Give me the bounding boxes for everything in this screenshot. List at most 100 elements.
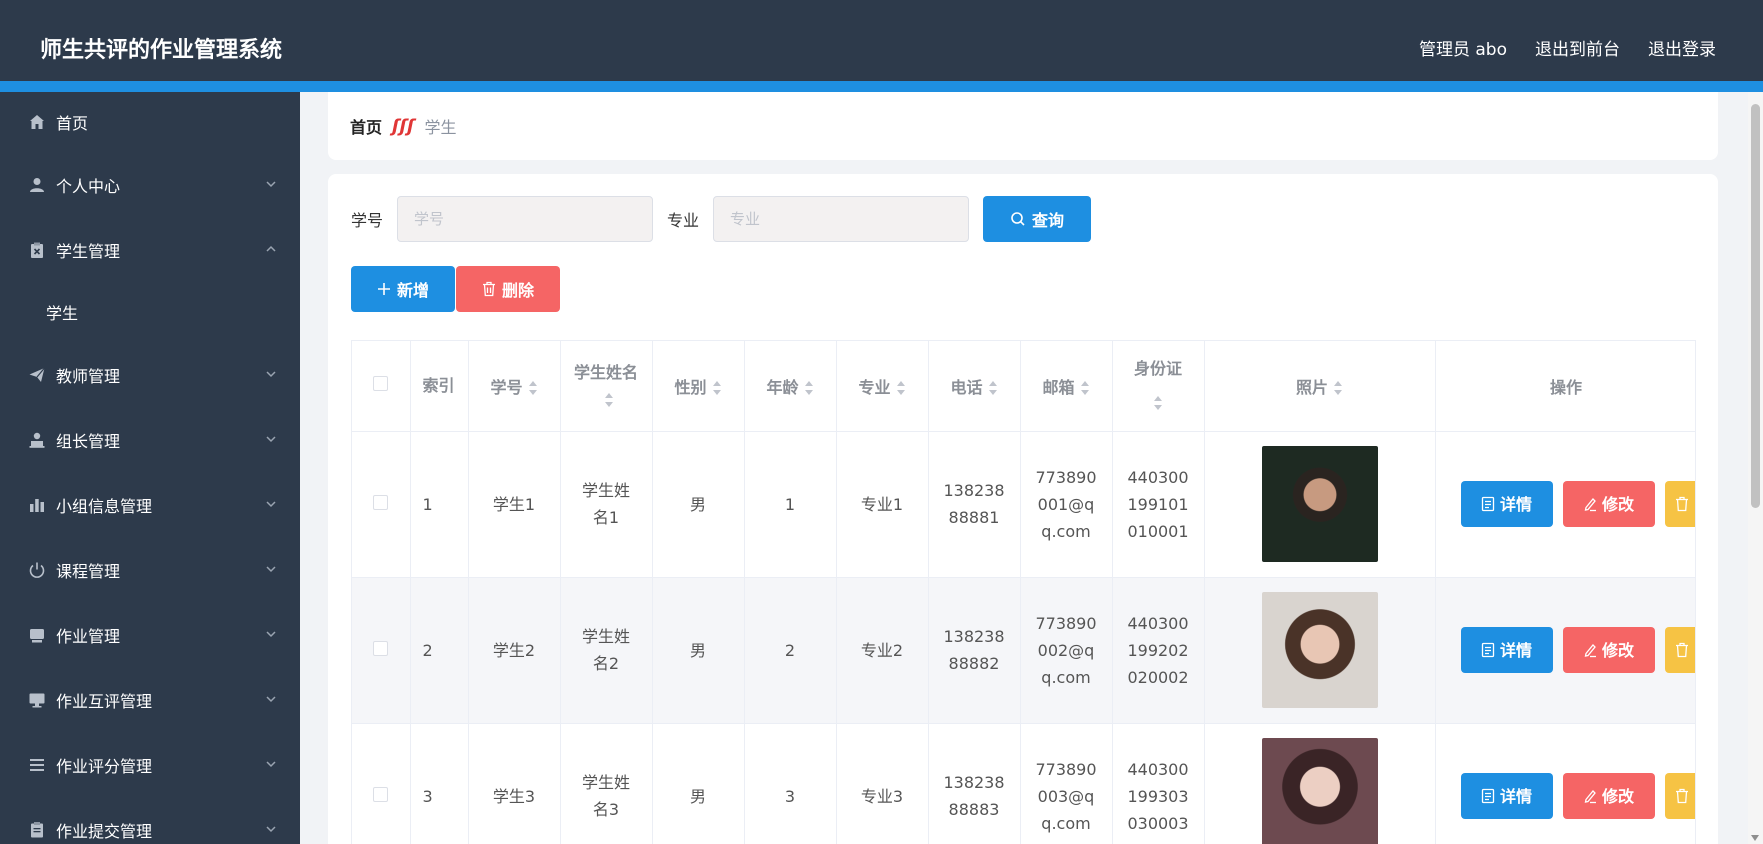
- cell-major: 专业2: [836, 577, 929, 724]
- sort-icon: [988, 381, 998, 396]
- header-actions: 管理员 abo 退出到前台 退出登录: [1419, 35, 1716, 60]
- sidebar-item-group-info-management[interactable]: 小组信息管理: [0, 472, 300, 537]
- add-button[interactable]: 新增: [351, 266, 455, 312]
- sidebar-item-homework-management[interactable]: 作业管理: [0, 602, 300, 667]
- power-icon: [28, 561, 46, 579]
- add-button-label: 新增: [396, 281, 429, 300]
- edit-button[interactable]: 修改: [1562, 627, 1655, 673]
- cell-gender: 男: [652, 577, 745, 724]
- row-checkbox[interactable]: [373, 494, 389, 510]
- zhuanye-input[interactable]: [713, 196, 970, 242]
- sidebar-item-label: 作业评分管理: [56, 756, 153, 776]
- cell-index: 3: [410, 723, 469, 844]
- col-header-gender[interactable]: 性别: [652, 341, 745, 432]
- delete-button-label: 删除: [501, 281, 534, 300]
- select-all-checkbox[interactable]: [373, 376, 389, 392]
- row-checkbox[interactable]: [373, 640, 389, 656]
- sidebar-item-scoring-management[interactable]: 作业评分管理: [0, 732, 300, 797]
- delete-row-button[interactable]: [1664, 481, 1695, 527]
- table-row: 2 学生2 学生姓名2 男 2 专业2 13823888882 77389000…: [352, 577, 1695, 724]
- col-header-name[interactable]: 学生姓名: [560, 341, 653, 432]
- col-header-age[interactable]: 年龄: [744, 341, 837, 432]
- edit-icon: [1583, 496, 1597, 512]
- trash-icon: [482, 281, 496, 297]
- student-photo: [1261, 446, 1378, 562]
- select-all-header: [352, 341, 411, 432]
- action-bar: 新增 删除: [351, 266, 560, 312]
- edit-icon: [1583, 642, 1597, 658]
- plus-icon: [377, 282, 391, 296]
- row-actions: 详情 修改: [1436, 773, 1695, 819]
- sidebar-item-student-management[interactable]: 学生管理: [0, 217, 300, 282]
- sidebar-item-label: 首页: [56, 114, 89, 133]
- cell-index: 1: [410, 431, 469, 578]
- cell-xuehao: 学生1: [468, 431, 561, 578]
- query-button-label: 查询: [1032, 211, 1065, 230]
- col-header-xuehao[interactable]: 学号: [468, 341, 561, 432]
- col-header-email[interactable]: 邮箱: [1020, 341, 1113, 432]
- sort-icon: [896, 381, 906, 396]
- sort-icon: [1334, 381, 1343, 396]
- cell-name: 学生姓名3: [560, 723, 653, 844]
- sidebar-item-leader-management[interactable]: 组长管理: [0, 407, 300, 472]
- cell-index: 2: [410, 577, 469, 724]
- breadcrumb-separator-icon: ʃʃʃ: [392, 115, 415, 137]
- sidebar-item-peer-review-management[interactable]: 作业互评管理: [0, 667, 300, 732]
- list-icon: [28, 756, 46, 774]
- sidebar-item-label: 作业提交管理: [56, 821, 153, 841]
- edit-icon: [1583, 788, 1597, 804]
- scroll-down-arrow-icon[interactable]: [1751, 835, 1759, 841]
- sidebar-item-label: 课程管理: [56, 561, 121, 581]
- col-header-phone[interactable]: 电话: [928, 341, 1021, 432]
- xuehao-label: 学号: [351, 211, 384, 230]
- sidebar-item-personal-center[interactable]: 个人中心: [0, 152, 300, 217]
- detail-button[interactable]: 详情: [1460, 773, 1553, 819]
- row-checkbox[interactable]: [373, 786, 389, 802]
- edit-button[interactable]: 修改: [1562, 773, 1655, 819]
- cell-age: 1: [744, 431, 837, 578]
- table-row: 1 学生1 学生姓名1 男 1 专业1 13823888881 77389000…: [352, 431, 1695, 578]
- col-header-ops: 操作: [1435, 341, 1695, 432]
- page-scrollbar[interactable]: [1748, 92, 1763, 844]
- detail-button[interactable]: 详情: [1460, 481, 1553, 527]
- search-bar: 学号 专业 查询: [351, 196, 1092, 242]
- sidebar-subitem-student[interactable]: 学生: [0, 282, 300, 342]
- sidebar-item-submission-management[interactable]: 作业提交管理: [0, 797, 300, 844]
- breadcrumb-home[interactable]: 首页: [350, 114, 382, 138]
- delete-row-button[interactable]: [1664, 627, 1695, 673]
- chevron-down-icon: [264, 561, 278, 575]
- row-actions: 详情 修改: [1436, 481, 1695, 527]
- sort-icon: [1080, 381, 1090, 396]
- sidebar: 首页 个人中心 学生管理 学生 教师管理 组长管理 小组信息管理 课程管理 作业…: [0, 92, 300, 844]
- detail-button[interactable]: 详情: [1460, 627, 1553, 673]
- back-to-front-link[interactable]: 退出到前台: [1535, 35, 1620, 60]
- sort-icon: [528, 381, 538, 396]
- cell-major: 专业3: [836, 723, 929, 844]
- home-icon: [28, 113, 46, 131]
- logout-link[interactable]: 退出登录: [1648, 35, 1716, 60]
- col-header-photo[interactable]: 照片: [1204, 341, 1436, 432]
- delete-row-button[interactable]: [1664, 773, 1695, 819]
- sidebar-item-label: 组长管理: [56, 431, 121, 451]
- cell-xuehao: 学生3: [468, 723, 561, 844]
- admin-user-label[interactable]: 管理员 abo: [1419, 35, 1507, 60]
- chevron-down-icon: [264, 756, 278, 770]
- sidebar-item-teacher-management[interactable]: 教师管理: [0, 342, 300, 407]
- delete-button[interactable]: 删除: [456, 266, 560, 312]
- col-header-idcard[interactable]: 身份证: [1112, 341, 1205, 432]
- breadcrumb: 首页 ʃʃʃ 学生: [328, 92, 1718, 160]
- scrollbar-thumb[interactable]: [1751, 104, 1760, 508]
- main-content: 首页 ʃʃʃ 学生 学号 专业 查询 新增 删除: [300, 92, 1763, 844]
- cell-email: 773890002@qq.com: [1020, 577, 1113, 724]
- xuehao-input[interactable]: [397, 196, 654, 242]
- sidebar-item-home[interactable]: 首页: [0, 92, 300, 152]
- student-table: 索引 学号 学生姓名 性别 年龄 专业 电话 邮箱 身份证 照片 操作 1 学生…: [351, 340, 1696, 844]
- sidebar-item-course-management[interactable]: 课程管理: [0, 537, 300, 602]
- cell-name: 学生姓名2: [560, 577, 653, 724]
- clipboard-icon: [28, 241, 46, 259]
- cell-gender: 男: [652, 723, 745, 844]
- inbox-icon: [28, 626, 46, 644]
- edit-button[interactable]: 修改: [1562, 481, 1655, 527]
- col-header-major[interactable]: 专业: [836, 341, 929, 432]
- query-button[interactable]: 查询: [983, 196, 1092, 242]
